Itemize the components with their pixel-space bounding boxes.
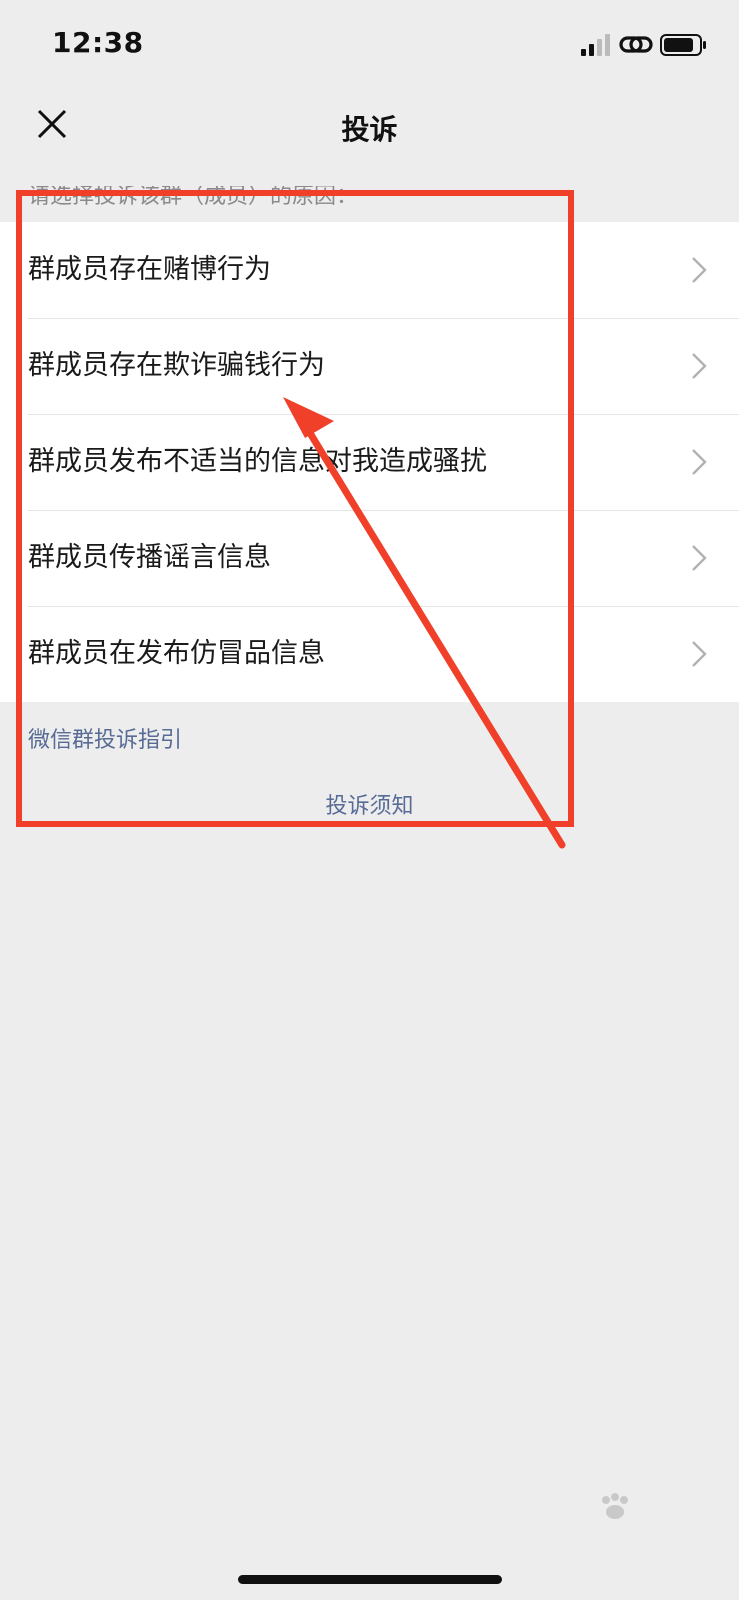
reason-list: 群成员存在赌博行为 群成员存在欺诈骗钱行为 群成员发布不适当的信息对我造成骚扰 … [0, 222, 739, 702]
signal-icon [581, 34, 610, 56]
complaint-guide-link[interactable]: 微信群投诉指引 [28, 722, 182, 754]
reason-item-counterfeit[interactable]: 群成员在发布仿冒品信息 [0, 606, 739, 702]
home-indicator [238, 1575, 502, 1584]
status-bar: 12:38 [0, 0, 739, 86]
reason-item-harassment[interactable]: 群成员发布不适当的信息对我造成骚扰 [0, 414, 739, 510]
status-icons [581, 32, 709, 58]
section-hint: 请选择投诉该群（成员）的原因： [28, 186, 359, 209]
nav-bar: 投诉 [0, 86, 739, 172]
reason-label: 群成员传播谣言信息 [28, 542, 271, 573]
battery-icon [660, 34, 706, 56]
link-icon [619, 36, 653, 53]
reason-label: 群成员发布不适当的信息对我造成骚扰 [28, 446, 487, 477]
status-time: 12:38 [52, 26, 144, 59]
chevron-right-icon [692, 257, 707, 283]
page-title: 投诉 [341, 113, 398, 146]
chevron-right-icon [692, 449, 707, 475]
reason-item-fraud[interactable]: 群成员存在欺诈骗钱行为 [0, 318, 739, 414]
baidu-watermark [553, 1490, 703, 1538]
reason-label: 群成员在发布仿冒品信息 [28, 638, 325, 669]
chevron-right-icon [692, 353, 707, 379]
complaint-notice-link[interactable]: 投诉须知 [0, 788, 739, 820]
reason-label: 群成员存在欺诈骗钱行为 [28, 350, 325, 381]
reason-item-gambling[interactable]: 群成员存在赌博行为 [0, 222, 739, 318]
reason-label: 群成员存在赌博行为 [28, 254, 271, 285]
chevron-right-icon [692, 641, 707, 667]
reason-item-rumor[interactable]: 群成员传播谣言信息 [0, 510, 739, 606]
paw-icon [602, 1493, 628, 1519]
chevron-right-icon [692, 545, 707, 571]
